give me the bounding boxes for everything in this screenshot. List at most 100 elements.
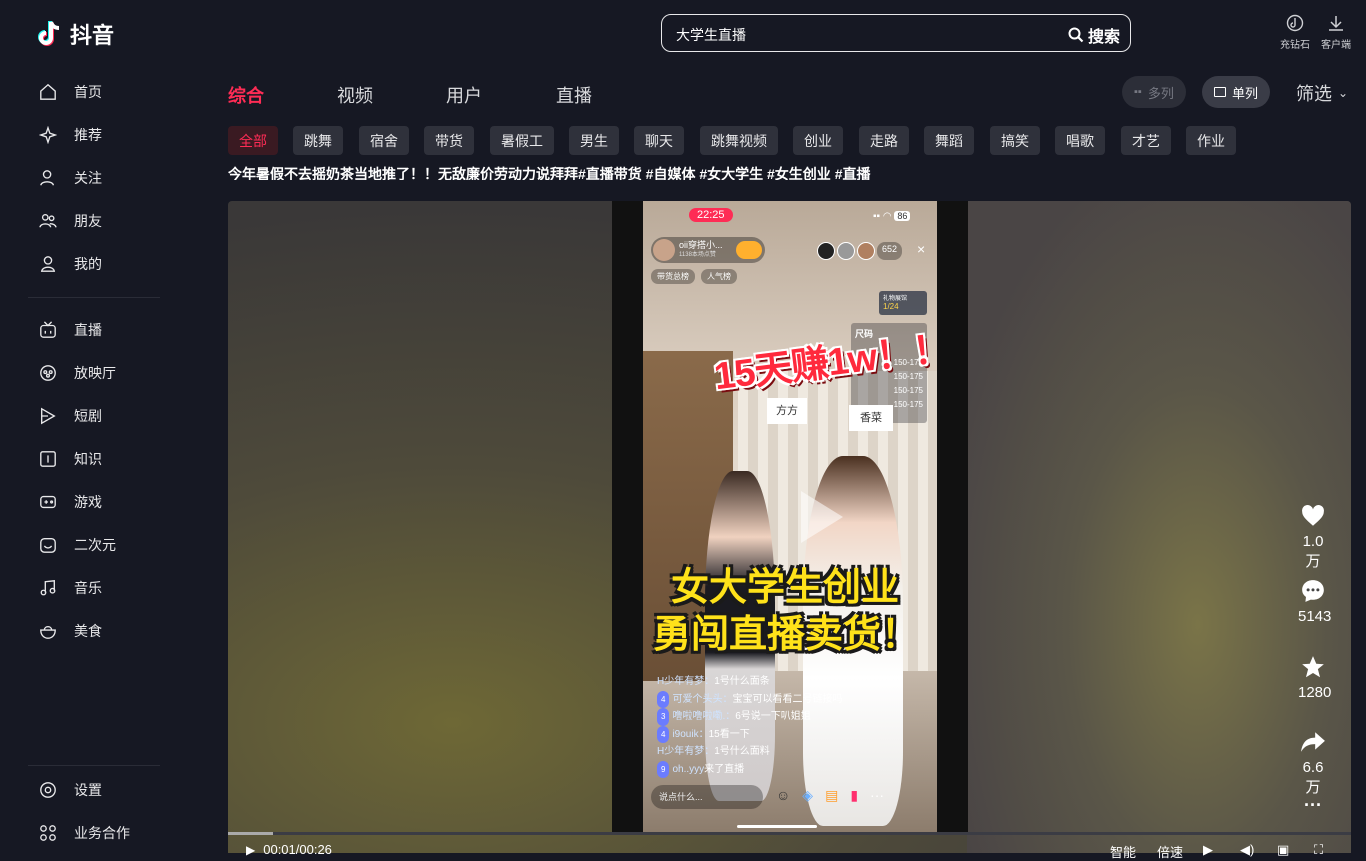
sidebar-item-me[interactable]: 我的 [38, 252, 102, 276]
chip[interactable]: 跳舞视频 [700, 126, 778, 155]
sidebar-item-settings[interactable]: 设置 [38, 778, 102, 802]
chip[interactable]: 作业 [1186, 126, 1236, 155]
rank-tags: 带货总榜 人气榜 [651, 269, 737, 284]
sidebar-item-label: 二次元 [74, 537, 116, 553]
chat-icon[interactable]: ▤ [825, 787, 838, 804]
logo-text: 抖音 [70, 23, 115, 48]
gift-icon[interactable]: ◈ [802, 787, 813, 804]
smart-quality-button[interactable]: 智能 [1110, 842, 1136, 861]
emoji-icon[interactable]: ☺ [776, 787, 790, 804]
client-download-button[interactable]: 客户端 [1321, 14, 1351, 51]
filter-button[interactable]: 筛选 ⌄ [1296, 80, 1348, 106]
search-box[interactable]: 大学生直播 搜索 [661, 14, 1131, 52]
volume-icon[interactable]: ◀) [1240, 842, 1254, 858]
auto-play-icon[interactable]: ▶ [1203, 842, 1213, 858]
follow-heart-icon[interactable] [736, 241, 762, 259]
search-button[interactable]: 搜索 [1068, 23, 1120, 47]
filter-label: 筛选 [1296, 84, 1332, 104]
video-player[interactable]: 22:25 ▪▪ ◠ 86 oii穿搭小... 1138本场点赞 652 × 带… [228, 201, 1351, 853]
sidebar-item-home[interactable]: 首页 [38, 80, 102, 104]
knowledge-icon [38, 449, 58, 469]
sidebar-item-label: 业务合作 [74, 825, 130, 841]
sidebar-item-cinema[interactable]: 放映厅 [38, 361, 116, 385]
share-button[interactable]: 6.6万 [1298, 729, 1328, 797]
close-icon[interactable]: × [917, 241, 925, 257]
like-button[interactable]: 1.0万 [1298, 503, 1328, 571]
chip[interactable]: 宿舍 [359, 126, 409, 155]
gift-gallery[interactable]: 礼物展馆 1/24 [879, 291, 927, 315]
sidebar-item-food[interactable]: 美食 [38, 619, 102, 643]
douyin-logo[interactable]: 抖音 [38, 18, 114, 50]
speed-button[interactable]: 倍速 [1157, 842, 1183, 861]
chip[interactable]: 跳舞 [293, 126, 343, 155]
sidebar-item-label: 音乐 [74, 580, 102, 596]
chip[interactable]: 才艺 [1121, 126, 1171, 155]
multi-column-button[interactable]: ▪▪ 多列 [1122, 76, 1186, 108]
avatar [653, 239, 675, 261]
video-title[interactable]: 今年暑假不去摇奶茶当地推了！！无敌廉价劳动力说拜拜#直播带货 #自媒体 #女大学… [228, 164, 1328, 180]
fullscreen-icon[interactable]: ⛶ [1314, 842, 1323, 858]
sidebar-item-friends[interactable]: 朋友 [38, 209, 102, 233]
shopping-bag-icon[interactable]: ▮ [850, 787, 858, 804]
live-stream-screen: 22:25 ▪▪ ◠ 86 oii穿搭小... 1138本场点赞 652 × 带… [643, 201, 937, 833]
cinema-icon [38, 363, 58, 383]
single-column-label: 单列 [1232, 85, 1259, 101]
download-icon [1329, 16, 1343, 31]
comment-count: 5143 [1298, 608, 1332, 625]
live-comments: H少年有梦：1号什么面条 4 可爱个头头：宝宝可以看看二号链接吗 3 噜啦噜啦嘞.：… [657, 673, 842, 778]
play-button[interactable]: ▶ [246, 843, 255, 857]
sidebar-item-games[interactable]: 游戏 [38, 490, 102, 514]
progress-bar[interactable] [228, 832, 1351, 835]
chip[interactable]: 走路 [859, 126, 909, 155]
playback-time: 00:01/00:26 [263, 842, 332, 857]
sidebar-item-anime[interactable]: 二次元 [38, 533, 116, 557]
favorite-button[interactable]: 1280 [1298, 654, 1331, 701]
more-icon[interactable]: ··· [870, 787, 884, 804]
rank-tag[interactable]: 带货总榜 [651, 269, 695, 284]
tab-video[interactable]: 视频 [337, 82, 373, 108]
rank-tag[interactable]: 人气榜 [701, 269, 737, 284]
recharge-diamond-button[interactable]: 充钻石 [1280, 14, 1310, 51]
tab-live[interactable]: 直播 [556, 82, 592, 108]
play-overlay-icon[interactable] [801, 491, 843, 543]
comment-button[interactable]: 5143 [1298, 578, 1332, 625]
gamepad-icon [38, 492, 58, 512]
battery-icon: 86 [894, 211, 911, 221]
chip[interactable]: 聊天 [634, 126, 684, 155]
share-count: 6.6万 [1302, 759, 1324, 796]
chip[interactable]: 唱歌 [1055, 126, 1105, 155]
tiktok-note-icon [38, 21, 60, 46]
picture-in-picture-icon[interactable]: ▣ [1277, 842, 1289, 858]
search-icon [1068, 27, 1084, 43]
comment-icon [1302, 580, 1324, 602]
comment-row: 9 oh..yyy来了直播 [657, 760, 842, 778]
chip[interactable]: 带货 [424, 126, 474, 155]
sidebar-item-label: 放映厅 [74, 365, 116, 381]
streamer-name: oii穿搭小... [679, 240, 723, 250]
chevron-down-icon: ⌄ [1338, 86, 1349, 100]
heart-icon [1302, 505, 1324, 526]
more-options-icon[interactable]: ··· [1298, 795, 1328, 816]
sidebar-item-music[interactable]: 音乐 [38, 576, 102, 600]
sidebar-item-follow[interactable]: 关注 [38, 166, 102, 190]
chip[interactable]: 舞蹈 [924, 126, 974, 155]
chip[interactable]: 搞笑 [990, 126, 1040, 155]
avatar [817, 242, 835, 260]
streamer-card[interactable]: oii穿搭小... 1138本场点赞 [651, 237, 765, 263]
tab-user[interactable]: 用户 [446, 82, 482, 108]
comment-input[interactable]: 说点什么... [651, 785, 763, 809]
chip[interactable]: 暑假工 [490, 126, 554, 155]
chip[interactable]: 男生 [569, 126, 619, 155]
chip[interactable]: 创业 [793, 126, 843, 155]
single-column-button[interactable]: 单列 [1202, 76, 1271, 108]
sidebar-item-business[interactable]: 业务合作 [38, 821, 130, 845]
sidebar-item-short-drama[interactable]: 短剧 [38, 404, 102, 428]
grid-icon [38, 823, 58, 843]
chip-all[interactable]: 全部 [228, 126, 278, 155]
search-input[interactable]: 大学生直播 [676, 25, 746, 45]
tab-general[interactable]: 综合 [228, 82, 264, 108]
comment-row: H少年有梦：1号什么面条 [657, 676, 770, 687]
sidebar-item-knowledge[interactable]: 知识 [38, 447, 102, 471]
sidebar-item-recommend[interactable]: 推荐 [38, 123, 102, 147]
sidebar-item-live[interactable]: 直播 [38, 318, 102, 342]
